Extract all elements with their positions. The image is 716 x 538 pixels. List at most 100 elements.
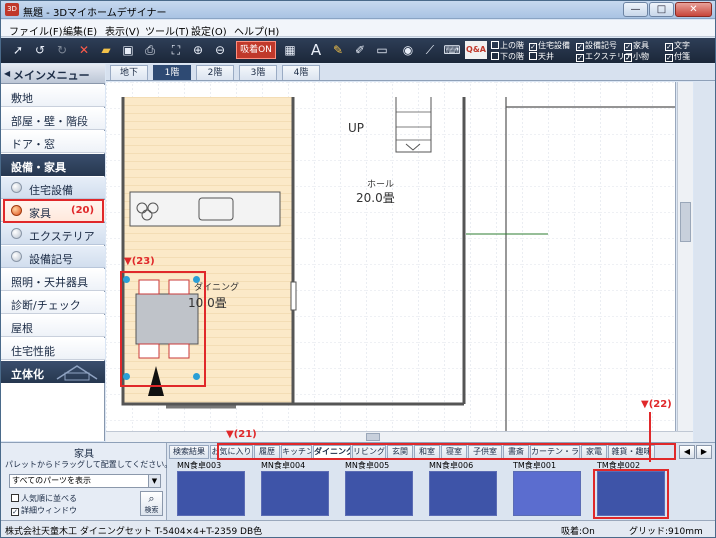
chevron-down-icon: ▼ (148, 475, 160, 487)
sidebar-item-house-equipment[interactable]: 住宅設備 (1, 177, 105, 199)
sidebar: ◀ メインメニュー 敷地 部屋・壁・階段 ドア・窓 設備・家具 住宅設備 家具 … (1, 64, 105, 441)
checkbox-checked-icon: ✓ (11, 508, 19, 516)
handle-icon[interactable] (123, 276, 130, 283)
redo-icon[interactable]: ↻ (53, 41, 71, 59)
tab-floor-2[interactable]: 2階 (196, 65, 234, 80)
detail-window-checkbox[interactable]: ✓ 詳細ウィンドウ (11, 505, 77, 516)
open-folder-icon[interactable]: ▰ (97, 41, 115, 59)
sticky-note-icon[interactable]: ✎ (329, 41, 347, 59)
checkbox-checked-icon: ✓ (624, 54, 632, 62)
sidebar-section-equipment[interactable]: 設備・家具 (1, 154, 105, 176)
sidebar-item-rooms-walls-stairs[interactable]: 部屋・壁・階段 (1, 108, 105, 130)
check-house-equipment[interactable]: ✓ 住宅設備 (529, 40, 570, 51)
placed-dining-set-highlight[interactable] (120, 271, 206, 387)
sidebar-item-roof[interactable]: 屋根 (1, 315, 105, 337)
magnet-snap-button[interactable]: 吸着ON (236, 41, 276, 59)
sidebar-item-site[interactable]: 敷地 (1, 85, 105, 107)
sidebar-item-equipment-symbols[interactable]: 設備記号 (1, 246, 105, 268)
sidebar-item-exterior[interactable]: エクステリア (1, 223, 105, 245)
handle-icon[interactable] (193, 276, 200, 283)
qa-button[interactable]: Q&A (465, 41, 487, 59)
save-icon[interactable]: ▣ (119, 41, 137, 59)
radio-icon (11, 182, 22, 193)
menu-file[interactable]: ファイル(F) (9, 23, 63, 38)
scroll-thumb[interactable] (366, 433, 380, 441)
popular-order-checkbox[interactable]: 人気順に並べる (11, 493, 77, 504)
tab-basement[interactable]: 地下 (110, 65, 148, 80)
checkbox-icon (491, 41, 499, 49)
part-thumbnail[interactable]: MN食卓003 (169, 460, 251, 520)
minimize-button[interactable]: — (623, 2, 648, 17)
menu-tools[interactable]: ツール(T) (145, 23, 189, 38)
tab-floor-1[interactable]: 1階 (153, 65, 191, 80)
parts-panel-hint: パレットからドラッグして配置してください。 (5, 460, 173, 469)
check-sticky[interactable]: ✓ 付箋 (665, 51, 690, 62)
menu-help[interactable]: ヘルプ(H) (234, 23, 279, 38)
sidebar-item-doors-windows[interactable]: ドア・窓 (1, 131, 105, 153)
print-icon[interactable]: ⎙ (141, 41, 159, 59)
compass-icon[interactable]: ◉ (399, 41, 417, 59)
prev-category-button[interactable]: ◀ (679, 445, 695, 459)
delete-icon[interactable]: ✕ (75, 41, 93, 59)
horizontal-scrollbar[interactable] (106, 431, 693, 442)
zoom-in-icon[interactable]: ⊕ (189, 41, 207, 59)
undo-icon[interactable]: ↺ (31, 41, 49, 59)
status-part-info: 株式会社天童木工 ダイニングセット T-5404×4+T-2359 DB色 (5, 527, 263, 537)
callout-23: ▼(23) (124, 256, 155, 267)
sidebar-item-performance[interactable]: 住宅性能 (1, 338, 105, 360)
part-thumbnail[interactable]: TM食卓001 (505, 460, 587, 520)
part-thumbnail[interactable]: MN食卓004 (253, 460, 335, 520)
select-pointer-icon[interactable]: ➚ (9, 41, 27, 59)
check-furniture[interactable]: ✓ 家具 (624, 40, 649, 51)
stairs-up-label: UP (348, 121, 365, 135)
fit-view-icon[interactable]: ⛶ (167, 41, 185, 59)
check-small-items[interactable]: ✓ 小物 (624, 51, 649, 62)
parts-filter-select[interactable]: すべてのパーツを表示 ▼ (9, 474, 161, 488)
check-ceiling[interactable]: 天井 (529, 51, 554, 62)
part-thumbnail[interactable]: MN食卓006 (421, 460, 503, 520)
floor-plan-canvas[interactable]: UP ホール 20.0畳 ダイニング 10.0畳 ▼(23) (106, 82, 676, 431)
checkbox-checked-icon: ✓ (665, 43, 673, 51)
close-button[interactable]: ✕ (675, 2, 712, 17)
tab-search-results[interactable]: 検索結果 (169, 445, 209, 459)
zoom-out-icon[interactable]: ⊖ (211, 41, 229, 59)
handle-icon[interactable] (123, 373, 130, 380)
menu-settings[interactable]: 設定(O) (191, 23, 227, 38)
menu-edit[interactable]: 編集(E) (63, 23, 97, 38)
category-tabs: 検索結果 お気に入り 履歴 キッチン ダイニング リビング 玄関 和室 寝室 子… (169, 443, 679, 460)
category-tabs-highlight (217, 443, 676, 460)
check-equipment-symbols[interactable]: ✓ 設備記号 (576, 40, 617, 51)
dining-set-image (177, 471, 245, 516)
ruler-icon[interactable]: ⟋ (421, 41, 439, 59)
radio-icon (11, 228, 22, 239)
eraser-icon[interactable]: ▭ (373, 41, 391, 59)
callout-20: (20) (71, 205, 95, 216)
menu-view[interactable]: 表示(V) (105, 23, 140, 38)
tab-floor-4[interactable]: 4階 (282, 65, 320, 80)
checkbox-checked-icon: ✓ (665, 54, 673, 62)
search-button[interactable]: ⌕ 検索 (140, 491, 163, 516)
house-icon (56, 365, 98, 381)
handle-icon[interactable] (193, 373, 200, 380)
check-upper-floor[interactable]: 上の階 (491, 40, 524, 51)
main-menu-button[interactable]: ◀ メインメニュー (1, 64, 105, 84)
callout-22: ▼(22) (641, 399, 672, 410)
tab-floor-3[interactable]: 3階 (239, 65, 277, 80)
check-text[interactable]: ✓ 文字 (665, 40, 690, 51)
callout-21: ▼(21) (226, 429, 257, 440)
scroll-thumb[interactable] (680, 202, 691, 242)
text-tool-button[interactable]: A (307, 41, 325, 59)
sidebar-item-lighting[interactable]: 照明・天井器具 (1, 269, 105, 291)
grid-icon[interactable]: ▦ (281, 41, 299, 59)
maximize-button[interactable]: □ (649, 2, 674, 17)
category-nav: ◀ ▶ (679, 445, 713, 459)
next-category-button[interactable]: ▶ (696, 445, 712, 459)
checkbox-icon (529, 52, 537, 60)
vertical-scrollbar[interactable] (677, 82, 693, 431)
pen-icon[interactable]: ✐ (351, 41, 369, 59)
keyboard-icon[interactable]: ⌨ (443, 41, 461, 59)
sidebar-item-diagnosis[interactable]: 診断/チェック (1, 292, 105, 314)
sidebar-section-3d[interactable]: 立体化 (1, 361, 105, 383)
check-lower-floor[interactable]: 下の階 (491, 51, 524, 62)
part-thumbnail[interactable]: MN食卓005 (337, 460, 419, 520)
